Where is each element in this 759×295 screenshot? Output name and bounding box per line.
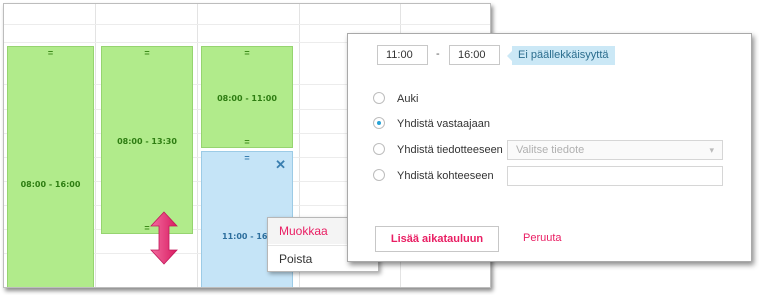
option-label: Auki bbox=[397, 93, 419, 105]
resize-handle-top[interactable]: = bbox=[102, 49, 192, 58]
select-placeholder: Valitse tiedote bbox=[516, 144, 585, 156]
calendar-event[interactable]: = 08:00 - 16:00 bbox=[7, 46, 94, 287]
resize-handle-bottom[interactable]: = bbox=[102, 224, 192, 233]
calendar-event[interactable]: = 08:00 - 13:30 = bbox=[101, 46, 193, 234]
option-label: Yhdistä tiedotteeseen bbox=[397, 144, 503, 156]
add-to-schedule-button[interactable]: Lisää aikatauluun bbox=[375, 226, 499, 252]
chevron-down-icon: ▾ bbox=[709, 145, 714, 155]
schedule-dialog: 11:00 - 16:00 Ei päällekkäisyyttä Auki Y… bbox=[347, 33, 752, 262]
resize-arrow-icon bbox=[150, 211, 178, 265]
time-separator: - bbox=[436, 48, 440, 60]
column-divider bbox=[197, 4, 198, 287]
cancel-link[interactable]: Peruuta bbox=[523, 232, 562, 244]
target-input[interactable] bbox=[507, 166, 723, 186]
event-time: 08:00 - 11:00 bbox=[217, 94, 277, 103]
event-time: 08:00 - 13:30 bbox=[117, 137, 177, 146]
bulletin-select[interactable]: Valitse tiedote ▾ bbox=[507, 140, 723, 160]
radio-button-checked[interactable] bbox=[373, 117, 385, 129]
event-time: 08:00 - 16:00 bbox=[20, 180, 81, 189]
option-label: Yhdistä kohteeseen bbox=[397, 170, 494, 182]
column-divider bbox=[95, 4, 96, 287]
option-label: Yhdistä vastaajaan bbox=[397, 118, 490, 130]
overlap-status-tag: Ei päällekkäisyyttä bbox=[507, 46, 615, 65]
hour-row-line bbox=[4, 24, 490, 25]
resize-handle-bottom[interactable]: = bbox=[202, 138, 292, 147]
end-time-input[interactable]: 16:00 bbox=[449, 45, 500, 65]
start-time-input[interactable]: 11:00 bbox=[377, 45, 428, 65]
radio-button[interactable] bbox=[373, 143, 385, 155]
radio-button[interactable] bbox=[373, 92, 385, 104]
resize-handle-top[interactable]: = bbox=[8, 49, 93, 58]
resize-handle-top[interactable]: = bbox=[202, 49, 292, 58]
radio-button[interactable] bbox=[373, 169, 385, 181]
calendar-event[interactable]: = 08:00 - 11:00 = bbox=[201, 46, 293, 148]
close-icon[interactable]: ✕ bbox=[275, 157, 286, 173]
